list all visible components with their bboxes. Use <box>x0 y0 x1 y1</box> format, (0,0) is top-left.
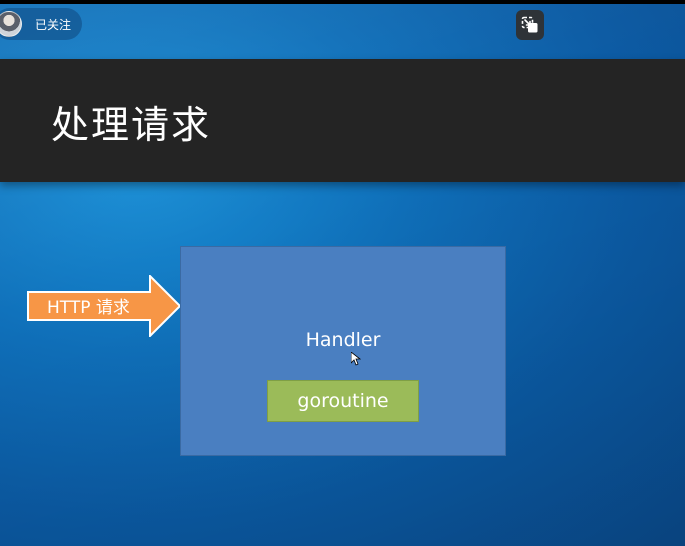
http-request-label: HTTP 请求 <box>47 298 130 318</box>
user-avatar[interactable] <box>0 11 22 37</box>
slide: 处理请求 HTTP 请求 Handler goroutine <box>0 4 685 546</box>
http-request-arrow: HTTP 请求 <box>27 275 181 337</box>
handler-label: Handler <box>305 329 381 351</box>
goroutine-box: goroutine <box>267 380 419 422</box>
slide-title: 处理请求 <box>51 103 212 147</box>
handler-box: Handler goroutine <box>180 246 506 456</box>
presentation-viewer: 处理请求 HTTP 请求 Handler goroutine 已关注 <box>0 0 685 546</box>
exit-fullscreen-button[interactable] <box>516 10 544 40</box>
follow-status-button[interactable]: 已关注 <box>0 8 82 40</box>
mouse-cursor-icon <box>351 352 361 366</box>
slide-title-bar: 处理请求 <box>0 59 685 182</box>
follow-status-label: 已关注 <box>35 17 72 32</box>
exit-fullscreen-icon <box>521 16 538 33</box>
